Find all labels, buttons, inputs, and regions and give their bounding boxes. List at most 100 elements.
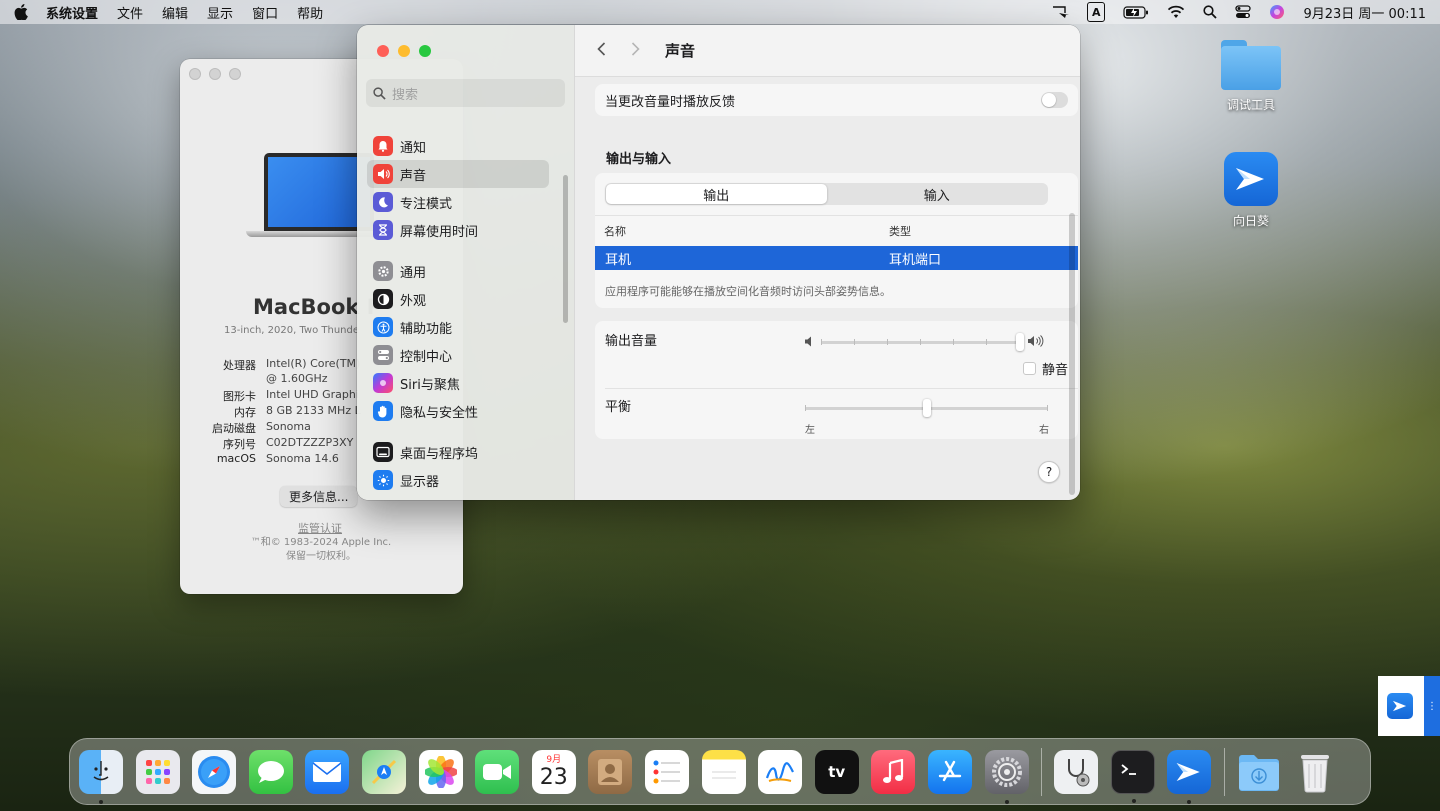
contacts-icon[interactable] <box>588 749 633 794</box>
appstore-icon[interactable] <box>927 749 972 794</box>
search-input[interactable]: 搜索 <box>366 79 565 107</box>
wifi-icon[interactable] <box>1167 2 1185 22</box>
sidebar-scrollbar[interactable] <box>563 175 568 323</box>
menu-help[interactable]: 帮助 <box>297 3 323 22</box>
close-button[interactable] <box>189 68 201 80</box>
spotlight-icon[interactable] <box>1203 2 1218 22</box>
messages-icon[interactable] <box>248 749 293 794</box>
menu-clock[interactable]: 9月23日 周一 00:11 <box>1303 3 1426 22</box>
device-table-header: 名称 类型 <box>595 215 1078 245</box>
toolbar: 声音 <box>575 25 1080 77</box>
sidebar-item-screen-time[interactable]: 屏幕使用时间 <box>367 216 549 244</box>
menu-bar: 系统设置 文件 编辑 显示 窗口 帮助 A 9月23日 周一 00:11 <box>0 0 1440 24</box>
zoom-button[interactable] <box>419 45 431 57</box>
minimize-button[interactable] <box>398 45 410 57</box>
finder-icon[interactable] <box>79 749 123 804</box>
sidebar-item-general[interactable]: 通用 <box>367 257 549 285</box>
sidebar-item-displays[interactable]: 显示器 <box>367 466 549 494</box>
chevron-left-icon <box>597 42 606 56</box>
forward-button[interactable] <box>631 40 665 61</box>
terminal-icon[interactable] <box>1110 749 1155 803</box>
desktop-folder-label: 调试工具 <box>1226 98 1275 112</box>
back-button[interactable] <box>597 40 631 61</box>
io-note: 应用程序可能能够在播放空间化音频时访问头部姿势信息。 <box>605 285 891 298</box>
output-volume-slider[interactable] <box>821 333 1024 351</box>
music-icon[interactable] <box>871 749 916 794</box>
input-method-icon[interactable]: A <box>1086 2 1106 22</box>
tab-output[interactable]: 输出 <box>606 184 827 204</box>
sidebar-item-privacy-security[interactable]: 隐私与安全性 <box>367 397 549 425</box>
display-icon <box>373 470 393 490</box>
volume-knob[interactable] <box>1016 333 1024 351</box>
col-name[interactable]: 名称 <box>595 223 889 239</box>
zoom-button[interactable] <box>229 68 241 80</box>
device-type: 耳机端口 <box>889 252 942 268</box>
sunflower-floating-widget[interactable]: ⋮ <box>1378 676 1440 736</box>
menu-window[interactable]: 窗口 <box>252 3 278 22</box>
safari-icon[interactable] <box>192 749 237 794</box>
photos-icon[interactable] <box>418 749 463 794</box>
facetime-icon[interactable] <box>475 749 520 794</box>
spec-row: macOS Sonoma 14.6 <box>216 452 339 465</box>
launchpad-icon[interactable] <box>135 749 180 794</box>
spec-row: 启动磁盘 Sonoma <box>212 420 311 435</box>
balance-knob[interactable] <box>922 399 931 417</box>
balance-right-label: 右 <box>1039 425 1049 436</box>
spec-row: 序列号 C02DTZZZP3XY <box>223 436 354 451</box>
desktop-app-sunflower[interactable]: 向日葵 <box>1206 152 1296 229</box>
mail-icon[interactable] <box>305 749 350 794</box>
feedback-toggle[interactable] <box>1041 92 1068 108</box>
disk-utility-icon[interactable] <box>1054 749 1099 794</box>
sidebar-item-sound[interactable]: 声音 <box>367 160 549 188</box>
sidebar-item-focus[interactable]: 专注模式 <box>367 188 549 216</box>
tab-input[interactable]: 输入 <box>827 184 1048 204</box>
sidebar-item-accessibility[interactable]: 辅助功能 <box>367 313 549 341</box>
screen-mirror-icon[interactable] <box>1051 2 1069 22</box>
tv-icon[interactable]: tv <box>814 749 859 794</box>
trash-icon[interactable] <box>1293 750 1337 794</box>
spec-row: 图形卡 Intel UHD Graphi <box>223 388 359 403</box>
reminders-icon[interactable] <box>644 749 689 794</box>
sidebar-item-desktop-dock[interactable]: 桌面与程序坞 <box>367 438 549 466</box>
minimize-button[interactable] <box>209 68 221 80</box>
sidebar-item-notifications[interactable]: 通知 <box>367 132 549 160</box>
system-settings-icon[interactable] <box>984 749 1029 804</box>
calendar-icon[interactable]: 9月 23 <box>531 749 576 794</box>
menu-file[interactable]: 文件 <box>117 3 143 22</box>
table-row[interactable]: 耳机 耳机端口 <box>595 246 1078 270</box>
help-button[interactable]: ? <box>1038 461 1060 483</box>
feedback-row: 当更改音量时播放反馈 <box>595 84 1078 116</box>
desktop-folder[interactable]: 调试工具 <box>1206 40 1296 113</box>
siri-icon[interactable] <box>1269 2 1285 22</box>
apple-menu-icon[interactable] <box>14 4 28 20</box>
control-center-icon[interactable] <box>1235 2 1252 22</box>
widget-handle[interactable]: ⋮ <box>1424 676 1440 736</box>
dock-icon <box>373 442 393 462</box>
col-type[interactable]: 类型 <box>889 223 911 239</box>
chevron-right-icon <box>631 42 640 56</box>
battery-icon[interactable] <box>1123 2 1149 22</box>
freeform-icon[interactable] <box>758 749 803 794</box>
spec-row: 处理器 Intel(R) Core(TM) <box>223 357 361 372</box>
sidebar-item-siri-spotlight[interactable]: Siri与聚焦 <box>367 369 549 397</box>
moon-icon <box>373 192 393 212</box>
more-info-button[interactable]: 更多信息... <box>280 486 358 507</box>
dock-separator <box>1223 747 1225 796</box>
content-scrollbar[interactable] <box>1069 213 1075 495</box>
mute-checkbox-row[interactable]: 静音 <box>1022 359 1068 378</box>
maps-icon[interactable] <box>361 749 406 794</box>
settings-traffic-lights <box>377 45 431 57</box>
menu-app-name[interactable]: 系统设置 <box>46 3 98 22</box>
regulatory-link[interactable]: 监管认证 <box>298 520 342 536</box>
notes-icon[interactable] <box>701 749 746 794</box>
downloads-folder-icon[interactable] <box>1237 750 1281 794</box>
sidebar-item-control-center[interactable]: 控制中心 <box>367 341 549 369</box>
close-button[interactable] <box>377 45 389 57</box>
mute-checkbox[interactable] <box>1022 362 1036 375</box>
sunflower-icon[interactable] <box>1167 749 1212 804</box>
balance-slider[interactable] <box>805 399 1048 417</box>
menu-edit[interactable]: 编辑 <box>162 3 188 22</box>
menu-view[interactable]: 显示 <box>207 3 233 22</box>
hourglass-icon <box>373 220 393 240</box>
sidebar-item-appearance[interactable]: 外观 <box>367 285 549 313</box>
